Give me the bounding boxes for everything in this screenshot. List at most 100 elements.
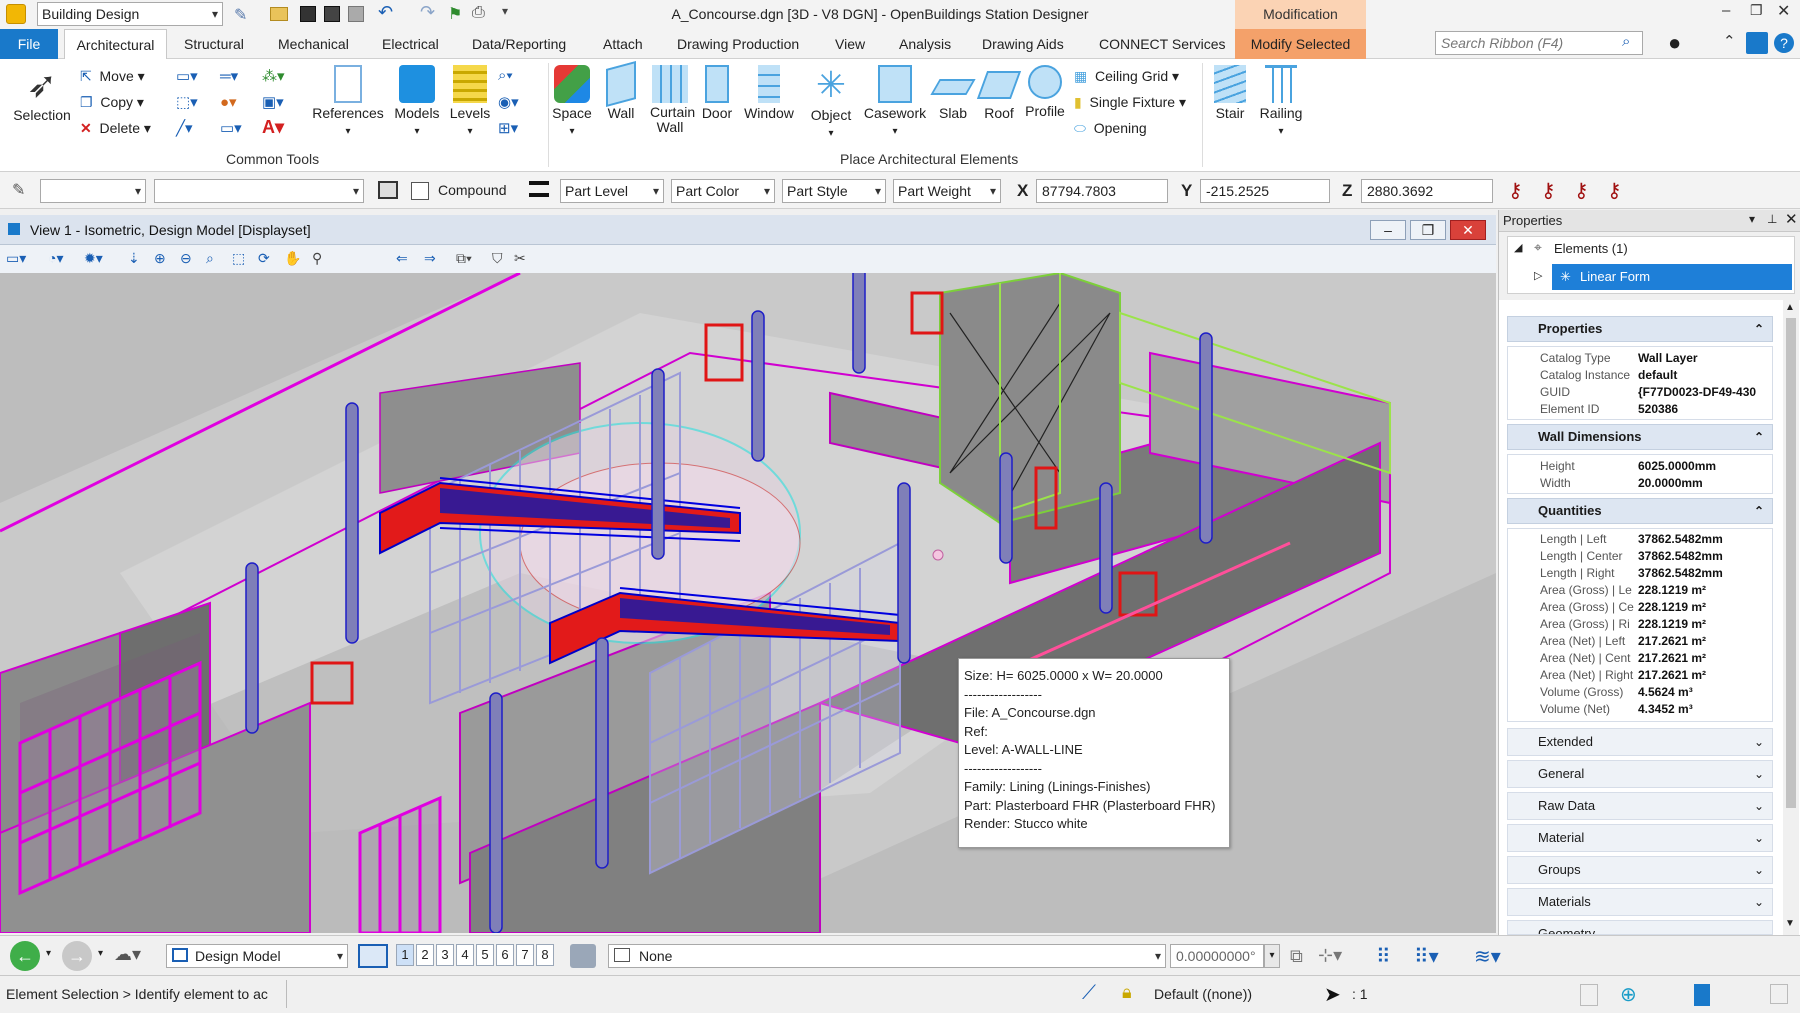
view-button-1[interactable]: 1 [396, 944, 414, 966]
rectangle-tool-icon[interactable]: ▭▾ [220, 119, 242, 137]
panel-close-icon[interactable]: ✕ [1785, 210, 1798, 228]
object-button[interactable]: ✳ Object ▾ [806, 65, 856, 140]
section-geometry[interactable]: Geometry ⌄ [1507, 920, 1773, 935]
print-icon[interactable]: ⎙ [472, 4, 485, 22]
curtain-wall-button[interactable]: Curtain Wall [644, 65, 696, 135]
tab-attach[interactable]: Attach [597, 29, 649, 59]
model-icon[interactable]: ☁▾ [114, 944, 141, 965]
tree-collapse-icon[interactable]: ▷ [1534, 269, 1542, 282]
collapse-ribbon-icon[interactable]: ⌃ [1723, 32, 1736, 50]
view-button-3[interactable]: 3 [436, 944, 454, 966]
tab-data-reporting[interactable]: Data/Reporting [466, 29, 572, 59]
scroll-down-arrow[interactable]: ▼ [1785, 918, 1795, 929]
section-groups[interactable]: Groups ⌄ [1507, 856, 1773, 884]
references-button[interactable]: References ▾ [310, 65, 386, 137]
clip-volume-icon[interactable]: ⧉▾ [456, 250, 472, 267]
models-button[interactable]: Models ▾ [390, 65, 444, 137]
angle-dropdown-icon[interactable]: ▾ [1264, 944, 1280, 968]
tab-analysis[interactable]: Analysis [893, 29, 957, 59]
maximize-button[interactable]: ❐ [1750, 2, 1763, 19]
message-center-icon[interactable] [1770, 984, 1788, 1004]
forward-icon[interactable]: → [62, 941, 92, 971]
section-quantities[interactable]: Quantities ⌃ [1507, 498, 1773, 524]
slab-button[interactable]: Slab [930, 65, 976, 121]
part-weight-combo[interactable]: Part Weight [893, 179, 1001, 203]
part-style-combo[interactable]: Part Style [782, 179, 886, 203]
window-button[interactable]: Window [740, 65, 798, 121]
section-raw-data[interactable]: Raw Data ⌄ [1507, 792, 1773, 820]
compress-icon[interactable] [348, 6, 364, 22]
y-coordinate-field[interactable]: -215.2525 [1200, 179, 1330, 203]
save-all-icon[interactable] [324, 6, 340, 22]
tab-architectural[interactable]: Architectural [64, 29, 167, 59]
part-level-combo[interactable]: Part Level [560, 179, 664, 203]
view-close-button[interactable]: ✕ [1450, 220, 1486, 240]
wall-button[interactable]: Wall [600, 60, 642, 121]
view-button-5[interactable]: 5 [476, 944, 494, 966]
display-style-icon[interactable]: ◔▾ [48, 250, 63, 267]
viewport-3d[interactable] [0, 273, 1496, 933]
redo-icon[interactable]: ↷ [420, 2, 435, 23]
tab-mechanical[interactable]: Mechanical [272, 29, 355, 59]
view-button-6[interactable]: 6 [496, 944, 514, 966]
scroll-thumb[interactable] [1786, 318, 1796, 808]
copy-button[interactable]: ❐ Copy ▾ [80, 94, 144, 111]
tree-selected-node[interactable]: ✳ Linear Form [1552, 264, 1792, 290]
tab-drawing-production[interactable]: Drawing Production [671, 29, 805, 59]
text-tool-icon[interactable]: A▾ [262, 117, 284, 138]
rotation-angle-field[interactable]: 0.00000000° [1170, 944, 1264, 968]
level-manager-icon[interactable]: ⊞▾ [498, 119, 518, 137]
level-display-icon[interactable]: ◉▾ [498, 93, 519, 111]
help-icon[interactable]: ? [1774, 33, 1794, 53]
view-button-8[interactable]: 8 [536, 944, 554, 966]
forward-dropdown-icon[interactable]: ▾ [98, 948, 103, 959]
levels-display-icon[interactable]: ≋▾ [1474, 944, 1501, 969]
lock-axis-x-icon[interactable]: ⚷ [1508, 178, 1523, 203]
minimize-button[interactable]: – [1722, 2, 1730, 19]
roof-button[interactable]: Roof [976, 65, 1022, 121]
panel-pin-icon[interactable]: ⊥ [1767, 212, 1777, 226]
accudraw-icon[interactable]: ⠿▾ [1414, 944, 1439, 969]
section-properties[interactable]: Properties ⌃ [1507, 316, 1773, 342]
single-fixture-button[interactable]: ▮ Single Fixture ▾ [1074, 94, 1186, 111]
views-icon[interactable] [358, 944, 388, 968]
undo-icon[interactable]: ↶ [378, 2, 393, 23]
view-minimize-button[interactable]: – [1370, 220, 1406, 240]
section-extended[interactable]: Extended ⌄ [1507, 728, 1773, 756]
tab-drawing-aids[interactable]: Drawing Aids [976, 29, 1070, 59]
lock-icon[interactable]: 🔒︎ [1122, 982, 1132, 1003]
window-area-icon[interactable]: ⌕ [206, 250, 214, 267]
user-icon[interactable]: ● [1668, 30, 1681, 56]
ceiling-grid-button[interactable]: ▦ Ceiling Grid ▾ [1074, 68, 1179, 85]
view-next-icon[interactable]: ⇒ [424, 250, 436, 267]
eyedropper-icon[interactable]: ✎ [12, 180, 25, 200]
section-wall-dimensions[interactable]: Wall Dimensions ⌃ [1507, 424, 1773, 450]
fence-icon[interactable]: ⁂▾ [262, 67, 285, 85]
display-style-bar-icon[interactable] [570, 944, 596, 968]
lighting-icon[interactable]: ✹▾ [84, 250, 103, 267]
section-general[interactable]: General ⌄ [1507, 760, 1773, 788]
pin-icon[interactable]: ⚑ [448, 4, 462, 24]
design-file-icon[interactable] [1694, 984, 1710, 1006]
clip-mask-icon[interactable]: ⧉ [1290, 946, 1303, 967]
tab-view[interactable]: View [829, 29, 871, 59]
close-button[interactable]: ✕ [1777, 1, 1790, 21]
display-style-selector[interactable]: None [608, 944, 1166, 968]
line-weight-icon[interactable] [529, 181, 549, 197]
modify-icon[interactable]: ⬚▾ [176, 93, 198, 111]
line-tool-icon[interactable]: ╱▾ [176, 119, 193, 137]
place-line-icon[interactable]: ▭▾ [176, 67, 198, 85]
panel-menu-icon[interactable]: ▾ [1749, 212, 1755, 226]
level-search-icon[interactable]: ⌕▾ [498, 67, 513, 84]
zoom-in-icon[interactable]: ⊕ [154, 250, 166, 267]
app-icon[interactable] [6, 4, 26, 24]
view-button-4[interactable]: 4 [456, 944, 474, 966]
section-materials[interactable]: Materials ⌄ [1507, 888, 1773, 916]
tab-electrical[interactable]: Electrical [376, 29, 445, 59]
active-template-combo[interactable] [154, 179, 364, 203]
measure-icon[interactable]: ▣▾ [262, 93, 284, 111]
element-template-icon[interactable] [378, 181, 398, 199]
pan-view-icon[interactable]: ✋ [284, 250, 301, 267]
view-button-7[interactable]: 7 [516, 944, 534, 966]
profile-button[interactable]: Profile [1022, 65, 1068, 119]
